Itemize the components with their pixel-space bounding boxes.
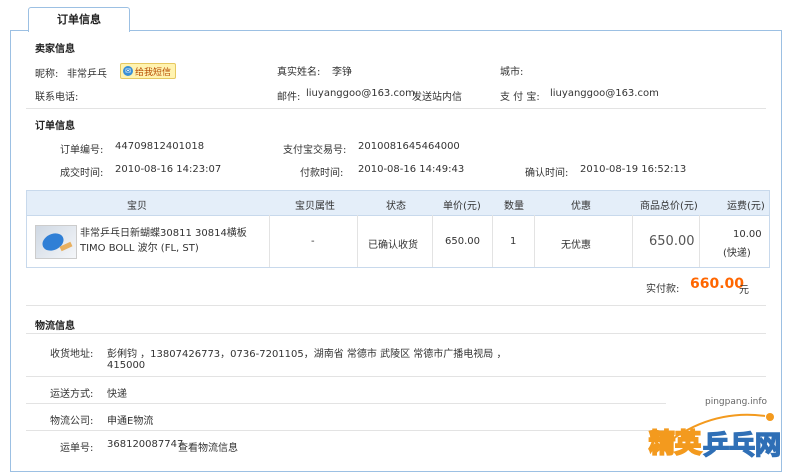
nickname-value: 非常乒乓 [67, 69, 107, 80]
watermark-logo: 精英 乒乓网 [648, 413, 782, 461]
logistics-section-title: 物流信息 [35, 321, 75, 332]
paid-amount-unit: 元 [739, 285, 749, 296]
items-table-header: 宝贝 宝贝属性 状态 单价(元) 数量 优惠 商品总价(元) 运费(元) [26, 190, 770, 216]
product-title-line2[interactable]: TIMO BOLL 波尔 (FL, ST) [80, 239, 199, 254]
divider [26, 305, 766, 306]
quantity: 1 [510, 236, 517, 247]
order-section-title: 订单信息 [35, 121, 75, 132]
realname-value: 李铮 [332, 67, 352, 78]
unit-price: 650.00 [445, 236, 480, 247]
send-station-message-link[interactable]: 发送站内信 [412, 88, 462, 103]
logistics-company-value: 申通E物流 [107, 416, 154, 427]
divider [26, 108, 766, 109]
alipay-link[interactable]: liuyanggoo@163.com [550, 88, 659, 99]
alipay-no-label: 支付宝交易号: [283, 145, 347, 156]
confirmed-value: 2010-08-19 16:52:13 [580, 164, 687, 175]
paid-time-label: 付款时间: [300, 168, 344, 179]
col-shipping: 运费(元) [727, 201, 765, 212]
paid-amount-label: 实付款: [646, 284, 680, 295]
table-row: 非常乒乓日新蝴蝶30811 30814横板 TIMO BOLL 波尔 (FL, … [26, 215, 770, 268]
svg-text:乒乓网: 乒乓网 [703, 431, 781, 461]
paid-time-value: 2010-08-16 14:49:43 [358, 164, 465, 175]
created-value: 2010-08-16 14:23:07 [115, 164, 222, 175]
col-attr: 宝贝属性 [295, 201, 335, 212]
order-status: 已确认收货 [368, 240, 418, 251]
alipay-label: 支 付 宝: [500, 92, 540, 103]
watermark-url: pingpang.info [705, 397, 768, 407]
nickname-label: 昵称: [35, 69, 59, 80]
shipping-fee: 10.00 [733, 229, 762, 240]
phone-label: 联系电话: [35, 92, 79, 103]
address-line2: 415000 [107, 360, 146, 371]
item-total: 650.00 [649, 234, 695, 249]
col-status: 状态 [386, 201, 406, 212]
tracking-number: 368120087747 [107, 439, 184, 450]
shipping-method-label: 运送方式: [50, 389, 94, 400]
paid-amount: 660.00 [690, 276, 745, 292]
discount: 无优惠 [561, 240, 591, 251]
col-unit-price: 单价(元) [443, 201, 481, 212]
product-attr: - [311, 236, 315, 247]
col-qty: 数量 [504, 201, 524, 212]
view-tracking-link[interactable]: 查看物流信息 [178, 439, 238, 454]
alipay-no-value: 2010081645464000 [358, 141, 460, 152]
created-label: 成交时间: [60, 168, 104, 179]
order-no-label: 订单编号: [60, 145, 104, 156]
tab-order-info[interactable]: 订单信息 [28, 7, 130, 32]
svg-text:精英: 精英 [649, 429, 702, 459]
tab-bar: 订单信息 [0, 0, 800, 32]
product-title-line1[interactable]: 非常乒乓日新蝴蝶30811 30814横板 [80, 224, 247, 239]
seller-section-title: 卖家信息 [35, 44, 75, 55]
address-label: 收货地址: [50, 349, 94, 360]
logistics-company-label: 物流公司: [50, 416, 94, 427]
email-link[interactable]: liuyanggoo@163.com [306, 88, 415, 99]
shipping-method-note: (快递) [723, 248, 751, 259]
product-thumbnail[interactable] [35, 225, 77, 259]
message-icon: ✉ [123, 66, 133, 76]
col-discount: 优惠 [571, 201, 591, 212]
send-sms-button[interactable]: ✉ 给我短信 [120, 63, 177, 79]
email-label: 邮件: [277, 92, 301, 103]
col-total: 商品总价(元) [640, 201, 698, 212]
confirmed-label: 确认时间: [525, 168, 569, 179]
col-item: 宝贝 [127, 201, 147, 212]
realname-label: 真实姓名: [277, 67, 321, 78]
address-line1: 彭俐钧 ，13807426773，0736-7201105，湖南省 常德市 武陵… [107, 349, 507, 360]
shipping-method-value: 快递 [107, 389, 127, 400]
order-no-value: 44709812401018 [115, 141, 205, 152]
send-sms-label: 给我短信 [135, 67, 172, 78]
tracking-label: 运单号: [60, 443, 94, 454]
city-label: 城市: [500, 67, 524, 78]
